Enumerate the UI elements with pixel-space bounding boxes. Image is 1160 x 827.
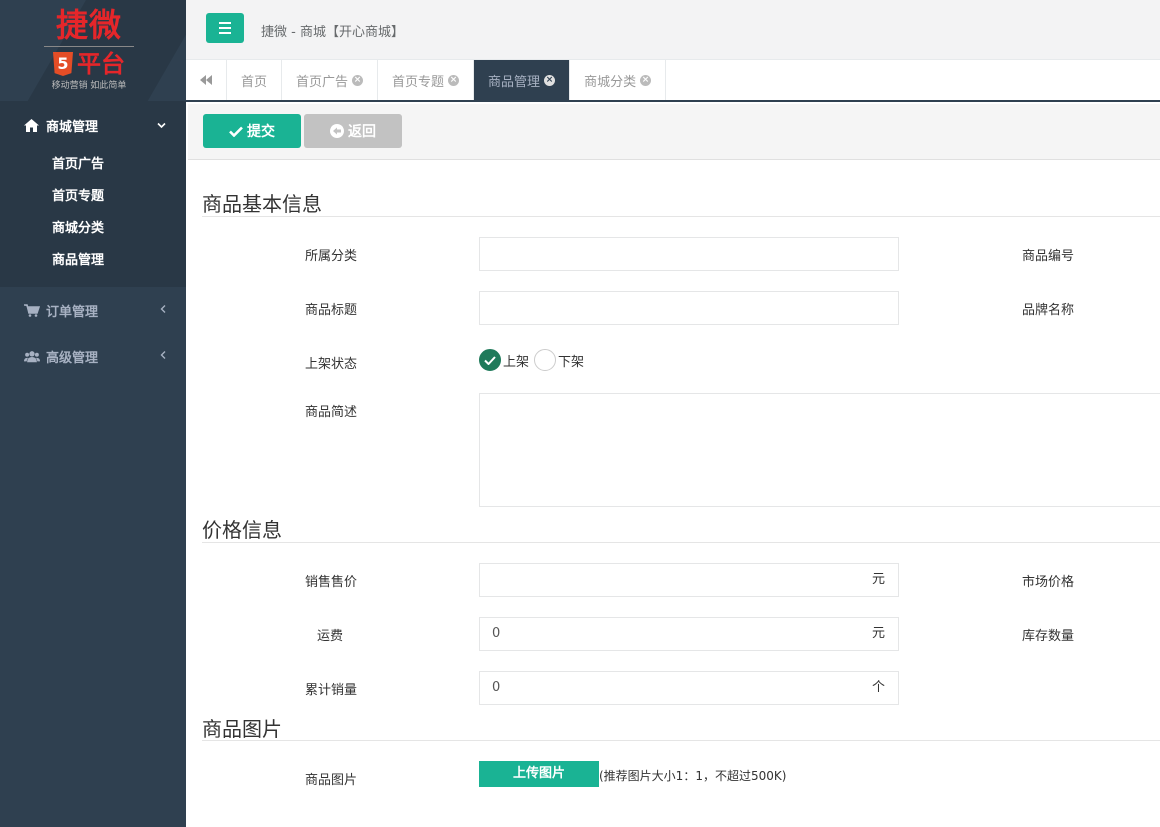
freight-label: 运费 [317,629,344,644]
chevron-left-icon [160,304,166,317]
form-toolbar: 提交 返回 [188,104,1160,160]
nav-group-mall: 商城管理 首页广告 首页专题 商城分类 商品管理 [0,101,186,287]
sidebar-item-mall-categories[interactable]: 商城分类 [0,213,186,245]
nav-mall-management[interactable]: 商城管理 [0,101,186,149]
logo-title: 捷微 [55,6,122,44]
freight-input[interactable]: 0 [479,617,860,651]
tab-home-topics[interactable]: 首页专题 × [378,60,475,100]
menu-toggle-button[interactable] [206,13,244,43]
brand-name-label: 品牌名称 [1022,303,1075,318]
category-input[interactable] [479,237,899,271]
listing-status-label: 上架状态 [305,357,358,372]
market-price-label: 市场价格 [1022,575,1075,590]
product-code-label: 商品编号 [1022,249,1075,264]
product-image-label: 商品图片 [305,773,358,788]
tab-product-management[interactable]: 商品管理 × [474,60,571,100]
chevron-left-icon [160,350,166,363]
product-title-label: 商品标题 [305,303,358,318]
submit-button[interactable]: 提交 [203,114,301,148]
submit-label: 提交 [247,124,275,140]
nav-advanced-management[interactable]: 高级管理 [0,333,186,379]
tab-label: 商城分类 [584,74,637,90]
nav-order-management[interactable]: 订单管理 [0,287,186,333]
nav-order-label: 订单管理 [46,304,99,320]
sale-price-unit: 元 [859,563,899,597]
sidebar-item-home-topics[interactable]: 首页专题 [0,181,186,213]
page-tabs: 首页 首页广告 × 首页专题 × 商品管理 × 商城分类 × [186,60,1160,102]
users-icon [24,349,40,363]
section-title-image: 商品图片 [202,717,282,741]
tab-home[interactable]: 首页 [227,60,283,100]
sidebar-item-product-management[interactable]: 商品管理 [0,245,186,277]
stock-label: 库存数量 [1022,629,1075,644]
html5-logo-icon: 5 [53,52,73,76]
category-label: 所属分类 [305,249,358,264]
back-label: 返回 [348,124,376,140]
total-sold-input[interactable]: 0 [479,671,860,705]
double-chevron-left-icon [200,75,212,85]
close-icon[interactable]: × [544,74,556,86]
arrow-left-circle-icon [330,124,344,138]
nav-mall-label: 商城管理 [46,119,99,135]
upload-image-button[interactable]: 上传图片 [479,761,599,787]
close-icon[interactable]: × [640,74,652,86]
nav-mall-submenu: 首页广告 首页专题 商城分类 商品管理 [0,149,186,287]
tab-home-ads[interactable]: 首页广告 × [282,60,379,100]
upload-hint: (推荐图片大小1：1，不超过500K) [599,769,787,783]
chevron-down-icon [157,119,166,132]
status-off-radio[interactable]: 下架 [534,349,584,371]
tab-label: 首页广告 [296,74,349,90]
freight-unit: 元 [859,617,899,651]
radio-checked-icon [479,349,501,371]
divider [202,740,1160,741]
close-icon[interactable]: × [448,74,460,86]
tab-mall-categories[interactable]: 商城分类 × [570,60,667,100]
close-icon[interactable]: × [352,74,364,86]
product-title-input[interactable] [479,291,899,325]
total-sold-unit: 个 [859,671,899,705]
tab-label: 首页专题 [392,74,445,90]
tabs-scroll-left-button[interactable] [186,60,227,100]
divider [202,542,1160,543]
back-button[interactable]: 返回 [304,114,402,148]
divider [202,216,1160,217]
nav-advanced-label: 高级管理 [46,350,99,366]
radio-unchecked-icon [534,349,556,371]
section-title-basic: 商品基本信息 [202,192,322,216]
check-icon [229,124,243,138]
cart-icon [24,303,40,317]
status-off-label: 下架 [558,354,585,370]
breadcrumb: 捷微 - 商城【开心商城】 [261,25,404,40]
total-sold-label: 累计销量 [305,683,358,698]
sidebar-item-home-ads[interactable]: 首页广告 [0,149,186,181]
tab-label: 首页 [241,74,268,90]
description-textarea[interactable] [479,393,1160,507]
sidebar: 捷微 5 平台 移动营销 如此简单 商城管理 首页广告 首页专题 商城分类 商品… [0,0,186,827]
top-header: 捷微 - 商城【开心商城】 [186,0,1160,60]
tab-label: 商品管理 [488,74,541,90]
home-icon [24,118,40,132]
section-title-price: 价格信息 [202,518,282,542]
status-on-label: 上架 [503,354,530,370]
logo-subtitle: 平台 [77,49,125,78]
sale-price-input[interactable] [479,563,860,597]
logo: 捷微 5 平台 移动营销 如此简单 [0,0,186,101]
sale-price-label: 销售售价 [305,575,358,590]
description-label: 商品简述 [305,405,358,420]
product-form: 商品基本信息 所属分类 商品编号 商品标题 品牌名称 上架状态 上架 下架 商品… [186,160,1160,827]
logo-slogan: 移动营销 如此简单 [51,81,127,91]
status-on-radio[interactable]: 上架 [479,349,529,371]
